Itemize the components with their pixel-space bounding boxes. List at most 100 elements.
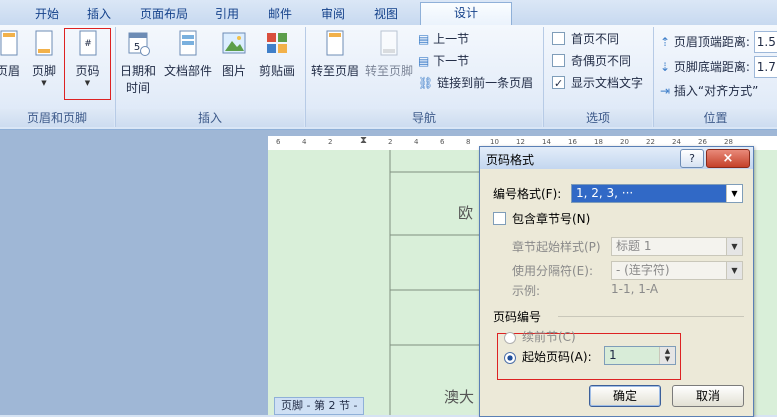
footer-bottom-distance-row: ⇣ 页脚底端距离: 1.7 — [660, 56, 777, 78]
tab-insert[interactable]: 插入 — [82, 4, 116, 24]
date-time-button[interactable]: 5 日期和 时间 — [118, 29, 158, 96]
number-format-select[interactable]: 1, 2, 3, ··· ▼ — [571, 184, 743, 203]
picture-button[interactable]: 图片 — [218, 29, 250, 79]
ruler-tick: 2 — [328, 138, 333, 146]
clip-art-icon — [267, 33, 287, 53]
tab-design[interactable]: 设计 — [420, 2, 512, 26]
ruler-tick: 8 — [466, 138, 471, 146]
ruler-tick: 28 — [724, 138, 733, 146]
ruler-tick: 4 — [414, 138, 419, 146]
footer-position-icon: ⇣ — [660, 60, 671, 74]
goto-footer-button[interactable]: 转至页脚 — [362, 29, 416, 79]
footer-bottom-distance-input[interactable]: 1.7 — [753, 56, 777, 78]
different-odd-even-label: 奇偶页不同 — [571, 54, 632, 68]
include-chapter-label: 包含章节号(N) — [512, 212, 591, 226]
group-label-navigation: 导航 — [306, 109, 542, 127]
ruler-tick: 10 — [490, 138, 499, 146]
document-parts-label: 文档部件 — [163, 64, 212, 78]
alignment-tab-icon: ⇥ — [660, 84, 671, 98]
ruler-tick: 16 — [568, 138, 577, 146]
different-odd-even-check-icon — [552, 54, 565, 67]
include-chapter-checkbox[interactable]: 包含章节号(N) — [493, 210, 590, 227]
footer-section-tag: 页脚 - 第 2 节 - — [274, 397, 365, 415]
separator-value: - (连字符) — [616, 263, 670, 277]
footer-dropdown-arrow-icon: ▼ — [41, 79, 47, 87]
chevron-down-icon: ▼ — [726, 238, 742, 255]
header-top-distance-label: 页眉顶端距离: — [673, 35, 750, 49]
start-at-label: 起始页码(A): — [522, 350, 592, 364]
include-chapter-check-icon — [493, 212, 506, 225]
continue-previous-radio[interactable]: 续前节(C) — [504, 328, 576, 345]
close-button[interactable]: × — [706, 149, 750, 168]
start-at-radio[interactable]: 起始页码(A): — [504, 348, 592, 365]
page-number-dropdown-arrow-icon: ▼ — [84, 79, 91, 87]
tab-mailings[interactable]: 邮件 — [263, 4, 297, 24]
help-button[interactable]: ? — [680, 149, 704, 168]
date-time-label-2: 时间 — [125, 81, 150, 95]
dialog-title: 页码格式 — [486, 153, 535, 167]
tab-view[interactable]: 视图 — [369, 4, 403, 24]
tab-home[interactable]: 开始 — [30, 4, 64, 24]
start-at-value: 1 — [609, 348, 617, 362]
show-document-text-check-icon — [552, 74, 565, 94]
calendar-icon: 5 — [128, 32, 150, 56]
header-top-distance-row: ⇡ 页眉顶端距离: 1.5 — [660, 31, 777, 53]
goto-footer-icon — [380, 30, 398, 56]
start-at-spinner[interactable]: 1 ▲ ▼ — [604, 346, 676, 365]
tab-page-layout[interactable]: 页面布局 — [134, 4, 194, 24]
different-first-page-checkbox[interactable]: 首页不同 — [552, 29, 619, 49]
next-section-label: 下一节 — [433, 54, 470, 68]
header-icon — [0, 30, 18, 56]
spinner-arrows-icon[interactable]: ▲ ▼ — [659, 347, 675, 364]
different-odd-even-checkbox[interactable]: 奇偶页不同 — [552, 51, 631, 71]
chapter-style-value: 标题 1 — [616, 239, 652, 253]
document-text: 欧 — [458, 204, 474, 222]
group-label-position: 位置 — [654, 109, 777, 127]
group-label-insert: 插入 — [116, 109, 304, 127]
header-top-distance-input[interactable]: 1.5 — [753, 31, 777, 53]
link-to-previous-button[interactable]: ⛓ 链接到前一条页眉 — [418, 73, 533, 93]
insert-alignment-tab-button[interactable]: ⇥ 插入“对齐方式” — [660, 81, 758, 101]
date-time-label-1: 日期和 — [119, 64, 156, 78]
page-number-button[interactable]: # 页码 ▼ — [64, 28, 111, 100]
document-text: 澳大 — [444, 388, 475, 406]
footer-icon — [35, 30, 53, 56]
ruler-tick: 12 — [516, 138, 525, 146]
continue-previous-label: 续前节(C) — [522, 330, 576, 344]
document-parts-button[interactable]: 文档部件 — [160, 29, 216, 79]
footer-button[interactable]: 页脚 ▼ — [28, 29, 60, 87]
dialog-title-bar[interactable]: 页码格式 ? × — [480, 147, 753, 169]
svg-text:5: 5 — [134, 42, 140, 53]
goto-header-button[interactable]: 转至页眉 — [308, 29, 362, 79]
header-position-icon: ⇡ — [660, 35, 671, 49]
different-first-page-check-icon — [552, 32, 565, 45]
chapter-style-label: 章节起始样式(P) — [512, 240, 601, 254]
radio-unselected-icon — [504, 331, 516, 344]
page-number-format-dialog: 页码格式 ? × 编号格式(F): 1, 2, 3, ··· ▼ 包含章节号(N… — [479, 146, 754, 417]
previous-section-button[interactable]: ▤ 上一节 — [418, 29, 469, 49]
clip-art-button[interactable]: 剪贴画 — [256, 29, 298, 79]
chevron-down-icon: ▼ — [726, 185, 742, 202]
header-button[interactable]: 页眉 — [0, 29, 22, 79]
group-label-header-footer: 页眉和页脚 — [0, 109, 114, 127]
ruler-tick: 26 — [698, 138, 707, 146]
section-divider — [558, 316, 744, 317]
ok-button[interactable]: 确定 — [589, 385, 661, 407]
show-document-text-checkbox[interactable]: 显示文档文字 — [552, 73, 643, 94]
footer-button-label: 页脚 — [31, 64, 56, 78]
indent-marker-icon[interactable]: ⧗ — [360, 135, 367, 146]
ruler-tick: 18 — [594, 138, 603, 146]
picture-label: 图片 — [221, 64, 246, 78]
example-label: 示例: — [512, 284, 541, 298]
ruler-tick: 4 — [302, 138, 307, 146]
next-section-button[interactable]: ▤ 下一节 — [418, 51, 469, 71]
tab-references[interactable]: 引用 — [210, 4, 244, 24]
separator-select[interactable]: - (连字符) ▼ — [611, 261, 743, 280]
ruler-tick: 6 — [440, 138, 445, 146]
goto-footer-label: 转至页脚 — [364, 64, 413, 78]
page-number-icon: # — [79, 30, 96, 56]
tab-review[interactable]: 审阅 — [316, 4, 350, 24]
chapter-style-select[interactable]: 标题 1 ▼ — [611, 237, 743, 256]
cancel-button[interactable]: 取消 — [672, 385, 744, 407]
ruler-tick: 14 — [542, 138, 551, 146]
